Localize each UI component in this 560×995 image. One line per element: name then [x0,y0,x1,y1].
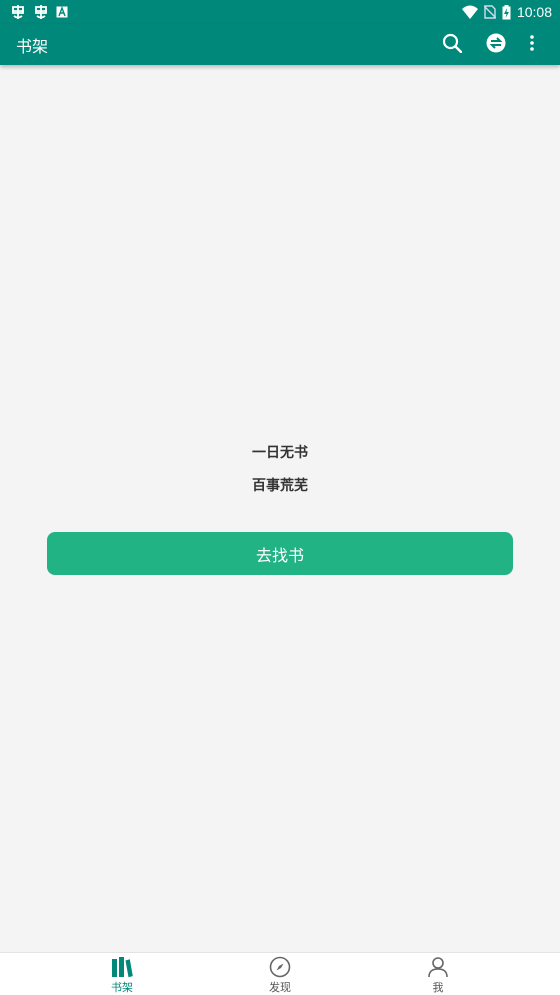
empty-message-line2: 百事荒芜 [252,478,308,494]
battery-charging-icon [502,4,511,20]
bookshelf-icon [111,956,133,979]
page-title: 书架 [16,36,49,56]
nav-item-label: 发现 [269,981,291,994]
compass-icon [269,956,291,979]
nav-item-discover[interactable]: 发现 [201,953,359,995]
wifi-icon [461,5,478,19]
no-sim-icon [483,5,496,19]
clock: 10:08 [516,4,552,20]
nav-item-label: 我 [432,981,444,994]
search-button[interactable] [430,24,474,65]
bottom-nav: 书架 发现 我 [0,952,560,995]
empty-message-line1: 一日无书 [252,445,308,461]
empty-state: 一日无书 百事荒芜 [0,440,560,506]
person-icon [427,956,449,979]
bug-icon [10,4,26,20]
font-icon [56,6,68,18]
status-right-icons: 10:08 [461,4,552,20]
nav-item-bookshelf[interactable]: 书架 [43,953,201,995]
nav-item-me[interactable]: 我 [359,953,517,995]
status-left-icons [10,4,68,20]
app-bar: 书架 [0,24,560,65]
sync-button[interactable] [474,24,518,65]
find-books-button[interactable]: 去找书 [47,532,513,575]
sync-icon [486,33,506,57]
app-bar-actions [430,24,546,65]
bug-icon [33,4,49,20]
status-bar: 10:08 [0,0,560,24]
more-vert-icon [530,34,534,55]
nav-item-label: 书架 [111,981,133,994]
more-options-button[interactable] [518,24,546,65]
search-icon [442,33,463,57]
